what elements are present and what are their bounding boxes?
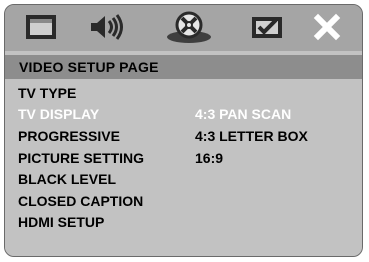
setup-content-panel: VIDEO SETUP PAGE TV TYPE TV DISPLAY PROG… [5, 51, 362, 256]
menu-item-black-level[interactable]: BLACK LEVEL [18, 171, 116, 187]
tab-general-setup[interactable] [15, 9, 67, 45]
close-icon [312, 12, 342, 42]
menu-item-tv-type[interactable]: TV TYPE [18, 85, 76, 101]
menu-item-closed-caption[interactable]: CLOSED CAPTION [18, 193, 143, 209]
osd-setup-window: VIDEO SETUP PAGE TV TYPE TV DISPLAY PROG… [4, 4, 363, 257]
video-disc-icon [169, 11, 209, 43]
tab-exit[interactable] [301, 9, 353, 45]
speaker-sound-icon [87, 12, 127, 42]
tab-audio-setup[interactable] [81, 9, 133, 45]
page-title-bar: VIDEO SETUP PAGE [5, 55, 362, 79]
menu-item-tv-display[interactable]: TV DISPLAY [18, 106, 99, 122]
tab-video-setup[interactable] [163, 9, 215, 45]
display-icon [24, 12, 58, 42]
option-16-9[interactable]: 16:9 [195, 150, 223, 166]
menu-item-picture-setting[interactable]: PICTURE SETTING [18, 150, 144, 166]
option-4-3-pan-scan[interactable]: 4:3 PAN SCAN [195, 106, 291, 122]
setup-tab-bar [5, 5, 362, 49]
menu-item-progressive[interactable]: PROGRESSIVE [18, 128, 120, 144]
menu-item-hdmi-setup[interactable]: HDMI SETUP [18, 214, 104, 230]
page-title: VIDEO SETUP PAGE [19, 59, 159, 75]
option-4-3-letter-box[interactable]: 4:3 LETTER BOX [195, 128, 308, 144]
tab-preference-setup[interactable] [241, 9, 293, 45]
preferences-check-icon [249, 12, 285, 42]
